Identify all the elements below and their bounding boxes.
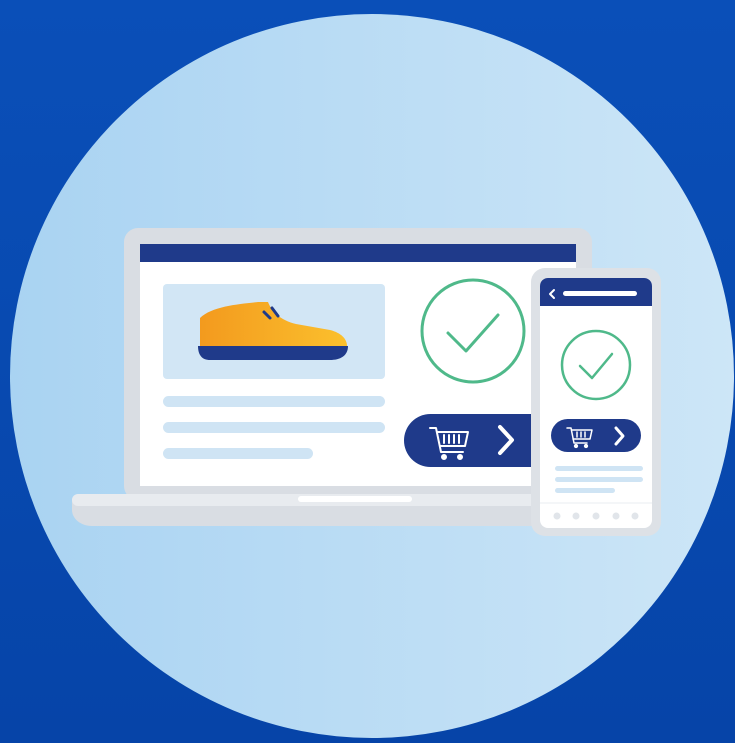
add-to-cart-button[interactable] <box>551 419 641 452</box>
tab-dot[interactable] <box>553 512 561 520</box>
illustration-stage <box>0 0 735 743</box>
description-line <box>555 488 615 493</box>
smartphone-icon <box>531 268 661 536</box>
tab-dot[interactable] <box>592 512 600 520</box>
checkmark-circle-icon <box>420 278 526 384</box>
tab-dot[interactable] <box>631 512 639 520</box>
description-line <box>163 422 385 433</box>
ecommerce-illustration <box>0 0 735 743</box>
laptop-trackpad-notch <box>298 496 412 502</box>
description-line <box>555 466 643 471</box>
tab-dot[interactable] <box>612 512 620 520</box>
laptop-nav-bar <box>140 244 576 262</box>
description-line <box>555 477 643 482</box>
description-line <box>163 396 385 407</box>
phone-title-bar <box>563 291 637 296</box>
tab-dot[interactable] <box>572 512 580 520</box>
description-line <box>163 448 313 459</box>
checkmark-circle-icon <box>560 329 632 401</box>
